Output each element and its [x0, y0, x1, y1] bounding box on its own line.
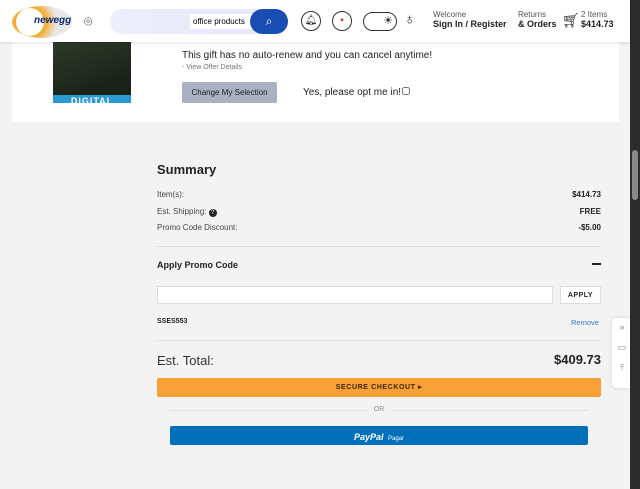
collapse-chevrons-icon[interactable]: » — [612, 322, 632, 332]
help-icon[interactable]: ? — [208, 209, 217, 217]
promo-title: Apply Promo Code — [157, 260, 239, 270]
feedback-icon[interactable]: ▭ — [612, 342, 632, 353]
paypal-button[interactable]: PayPal Pagar — [170, 426, 588, 445]
user-icon[interactable]: ♁ — [404, 11, 415, 28]
search-bar: ⌕ — [110, 9, 288, 34]
summary-row-items: Item(s): $414.73 — [157, 190, 601, 199]
header: newegg ⌾ ⌕ 🔔︎ ▪ ☀ ♁ Welcome Sign In / Re… — [0, 0, 630, 42]
sign-in-link[interactable]: Welcome Sign In / Register — [433, 10, 507, 29]
offer-text: This gift has no auto-renew and you can … — [182, 50, 433, 61]
total-label: Est. Total: — [157, 353, 214, 368]
back-to-top-icon[interactable]: ⤒ — [612, 363, 632, 374]
product-image: DIGITAL — [53, 42, 131, 103]
remove-promo-link[interactable]: Remove — [571, 318, 599, 327]
summary-row-shipping: Est. Shipping: ? FREE — [157, 207, 601, 217]
theme-toggle[interactable]: ☀ — [363, 12, 397, 31]
search-icon: ⌕ — [265, 14, 273, 28]
scrollbar-thumb[interactable] — [632, 150, 638, 200]
returns-orders-link[interactable]: Returns & Orders — [518, 10, 557, 29]
newegg-logo[interactable]: newegg — [12, 6, 72, 38]
us-flag-icon[interactable]: ▪ — [332, 11, 352, 31]
location-pin-icon[interactable]: ⌾ — [84, 13, 92, 30]
cart-icon[interactable]: 🛒︎ — [562, 12, 580, 29]
cart-summary[interactable]: 2 Items $414.73 — [581, 10, 614, 29]
search-input[interactable] — [190, 14, 256, 29]
bell-icon[interactable]: 🔔︎ — [301, 11, 321, 31]
total-value: $409.73 — [554, 352, 601, 367]
or-label: OR — [367, 406, 391, 413]
secure-checkout-button[interactable]: SECURE CHECKOUT ▸ — [157, 378, 601, 397]
change-selection-button[interactable]: Change My Selection — [182, 82, 277, 103]
apply-button[interactable]: APPLY — [560, 286, 601, 304]
search-button[interactable]: ⌕ — [250, 9, 288, 34]
collapse-minus-icon[interactable] — [592, 263, 601, 265]
opt-in-checkbox[interactable] — [402, 87, 411, 95]
view-offer-details-link[interactable]: - View Offer Details — [182, 64, 242, 71]
opt-in-label: Yes, please opt me in! — [303, 87, 411, 98]
sun-icon: ☀ — [383, 15, 393, 27]
divider — [157, 246, 601, 247]
scrollbar[interactable] — [630, 0, 640, 489]
applied-promo-code: SSES553 — [157, 318, 188, 325]
floating-tools: » ▭ ⤒ — [612, 318, 632, 388]
summary-row-discount: Promo Code Discount: -$5.00 — [157, 223, 601, 232]
divider — [157, 340, 601, 341]
promo-code-input[interactable] — [157, 286, 553, 304]
summary-title: Summary — [157, 162, 217, 177]
